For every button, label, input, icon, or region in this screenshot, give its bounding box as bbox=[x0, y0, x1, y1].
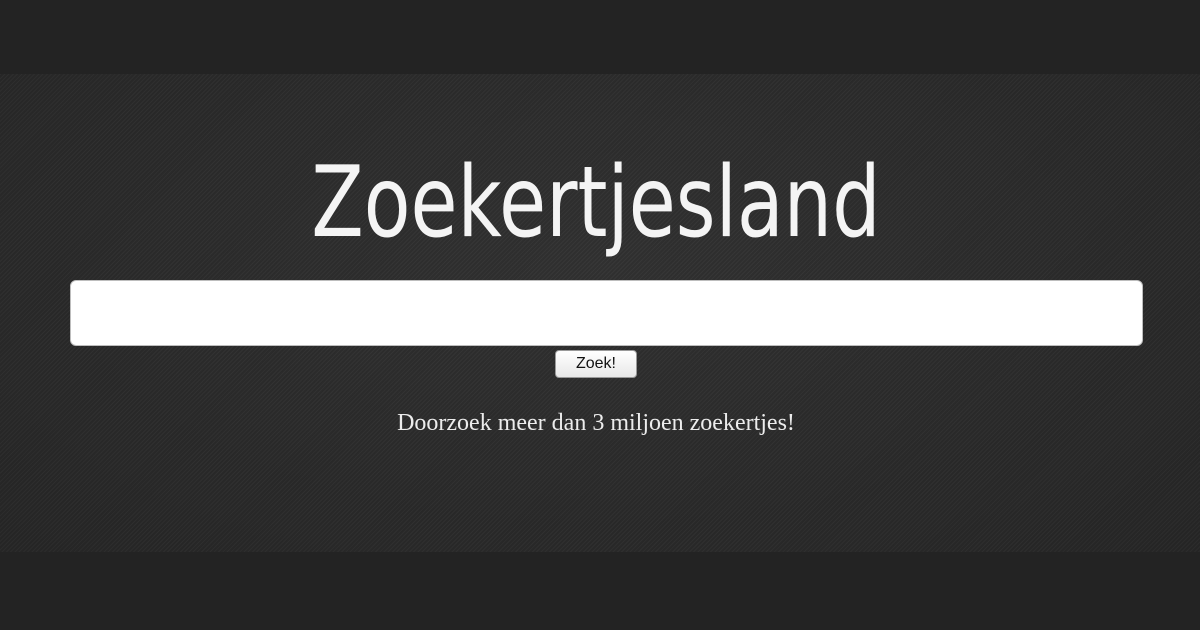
search-input[interactable] bbox=[70, 280, 1143, 346]
top-letterbox-bar bbox=[0, 0, 1200, 74]
search-button[interactable]: Zoek! bbox=[555, 350, 637, 378]
page-frame: Zoekertjesland Zoek! Doorzoek meer dan 3… bbox=[0, 0, 1200, 630]
bottom-letterbox-bar bbox=[0, 552, 1200, 630]
tagline-text: Doorzoek meer dan 3 miljoen zoekertjes! bbox=[397, 410, 795, 436]
site-logo: Zoekertjesland bbox=[311, 146, 881, 260]
